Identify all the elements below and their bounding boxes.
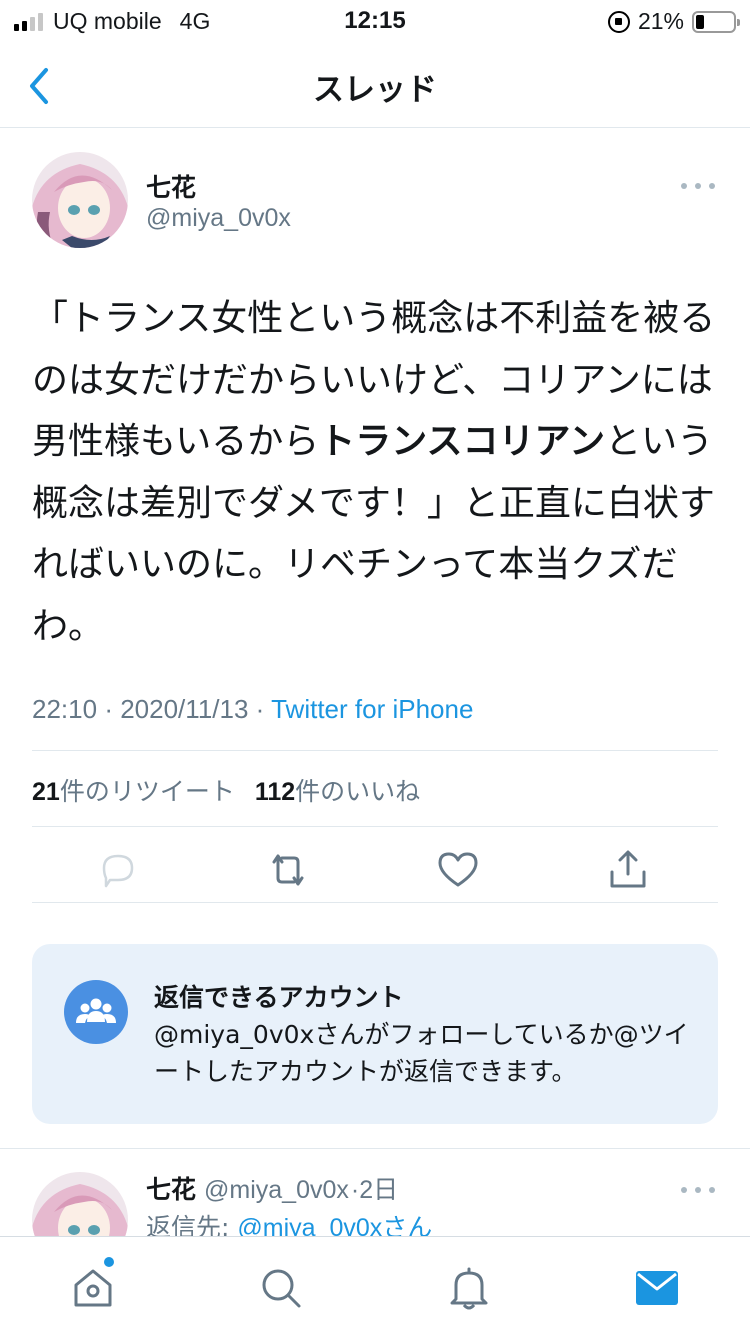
more-options-button[interactable] bbox=[678, 1180, 718, 1200]
avatar[interactable] bbox=[32, 152, 128, 248]
page-title: スレッド bbox=[313, 72, 437, 108]
retweet-label: 件のリツイート bbox=[59, 777, 235, 806]
divider bbox=[32, 750, 718, 751]
ellipsis-icon bbox=[681, 1187, 715, 1193]
ellipsis-icon bbox=[681, 183, 715, 189]
divider bbox=[32, 826, 718, 827]
mail-icon bbox=[636, 1271, 678, 1305]
reply-icon bbox=[102, 854, 134, 888]
tab-messages[interactable] bbox=[632, 1263, 682, 1313]
tab-notifications[interactable] bbox=[444, 1263, 494, 1313]
battery-percent: 21% bbox=[637, 8, 684, 34]
tab-search[interactable] bbox=[256, 1263, 306, 1313]
share-icon bbox=[610, 850, 646, 888]
tweet-header: 七花 @miya_0v0x bbox=[32, 152, 718, 252]
like-label: 件のいいね bbox=[295, 777, 421, 806]
reply-tweet[interactable]: 七花 @miya_0v0x·2日 返信先: @miya_0v0xさん bbox=[0, 1150, 750, 1236]
share-button[interactable] bbox=[606, 848, 650, 892]
reply-button[interactable] bbox=[96, 848, 140, 892]
client-link[interactable]: Twitter for iPhone bbox=[271, 694, 473, 724]
divider bbox=[0, 1148, 750, 1149]
navigation-bar: スレッド bbox=[0, 44, 750, 128]
tweet-actions bbox=[32, 848, 718, 892]
like-count: 112 bbox=[254, 778, 296, 806]
tweet-text: 「トランス女性という概念は不利益を被るのは女だけだからいいけど、コリアンには男性… bbox=[32, 288, 722, 657]
search-icon bbox=[262, 1269, 301, 1308]
divider bbox=[32, 902, 718, 903]
display-name[interactable]: 七花 bbox=[146, 1175, 196, 1204]
tab-bar bbox=[0, 1236, 750, 1334]
tweet-text-bold-segment: トランスコリアン bbox=[319, 421, 606, 462]
notification-dot bbox=[104, 1257, 114, 1267]
tab-home[interactable] bbox=[68, 1263, 118, 1313]
retweets-stat[interactable]: 21件のリツイート bbox=[32, 772, 235, 808]
retweet-button[interactable] bbox=[266, 848, 310, 892]
likes-stat[interactable]: 112件のいいね bbox=[255, 772, 420, 808]
reply-restriction-description: @miya_0v0xさんがフォローしているか@ツイートしたアカウントが返信できま… bbox=[154, 1020, 689, 1086]
tweet-meta: 22:10 · 2020/11/13 · Twitter for iPhone bbox=[32, 694, 473, 725]
user-handle[interactable]: @miya_0v0x bbox=[146, 204, 291, 233]
retweet-icon bbox=[272, 854, 304, 886]
tweet-time: 22:10 bbox=[32, 694, 98, 724]
user-handle[interactable]: @miya_0v0x bbox=[204, 1176, 349, 1204]
reply-restriction-notice: 返信できるアカウント @miya_0v0xさんがフォローしているか@ツイートした… bbox=[32, 944, 718, 1124]
more-options-button[interactable] bbox=[678, 176, 718, 196]
people-icon bbox=[64, 980, 128, 1044]
rotation-lock-icon bbox=[607, 10, 630, 33]
reply-to-link[interactable]: @miya_0v0xさん bbox=[237, 1214, 432, 1236]
avatar[interactable] bbox=[32, 1172, 128, 1236]
retweet-count: 21 bbox=[32, 778, 60, 806]
display-name[interactable]: 七花 bbox=[146, 168, 196, 204]
meta-separator: · bbox=[255, 694, 265, 724]
home-icon bbox=[74, 1269, 112, 1307]
heart-icon bbox=[438, 852, 478, 887]
bell-icon bbox=[450, 1267, 488, 1310]
meta-separator: · bbox=[104, 694, 113, 724]
reply-to-label: 返信先: bbox=[146, 1213, 238, 1236]
status-bar: UQ mobile 4G 12:15 21% bbox=[0, 0, 750, 44]
battery-icon bbox=[692, 10, 740, 33]
tweet-stats: 21件のリツイート 112件のいいね bbox=[32, 772, 420, 808]
reply-restriction-title: 返信できるアカウント bbox=[154, 983, 404, 1012]
like-button[interactable] bbox=[436, 848, 480, 892]
tweet-age: ·2日 bbox=[350, 1176, 399, 1204]
tweet-date: 2020/11/13 bbox=[120, 694, 249, 724]
